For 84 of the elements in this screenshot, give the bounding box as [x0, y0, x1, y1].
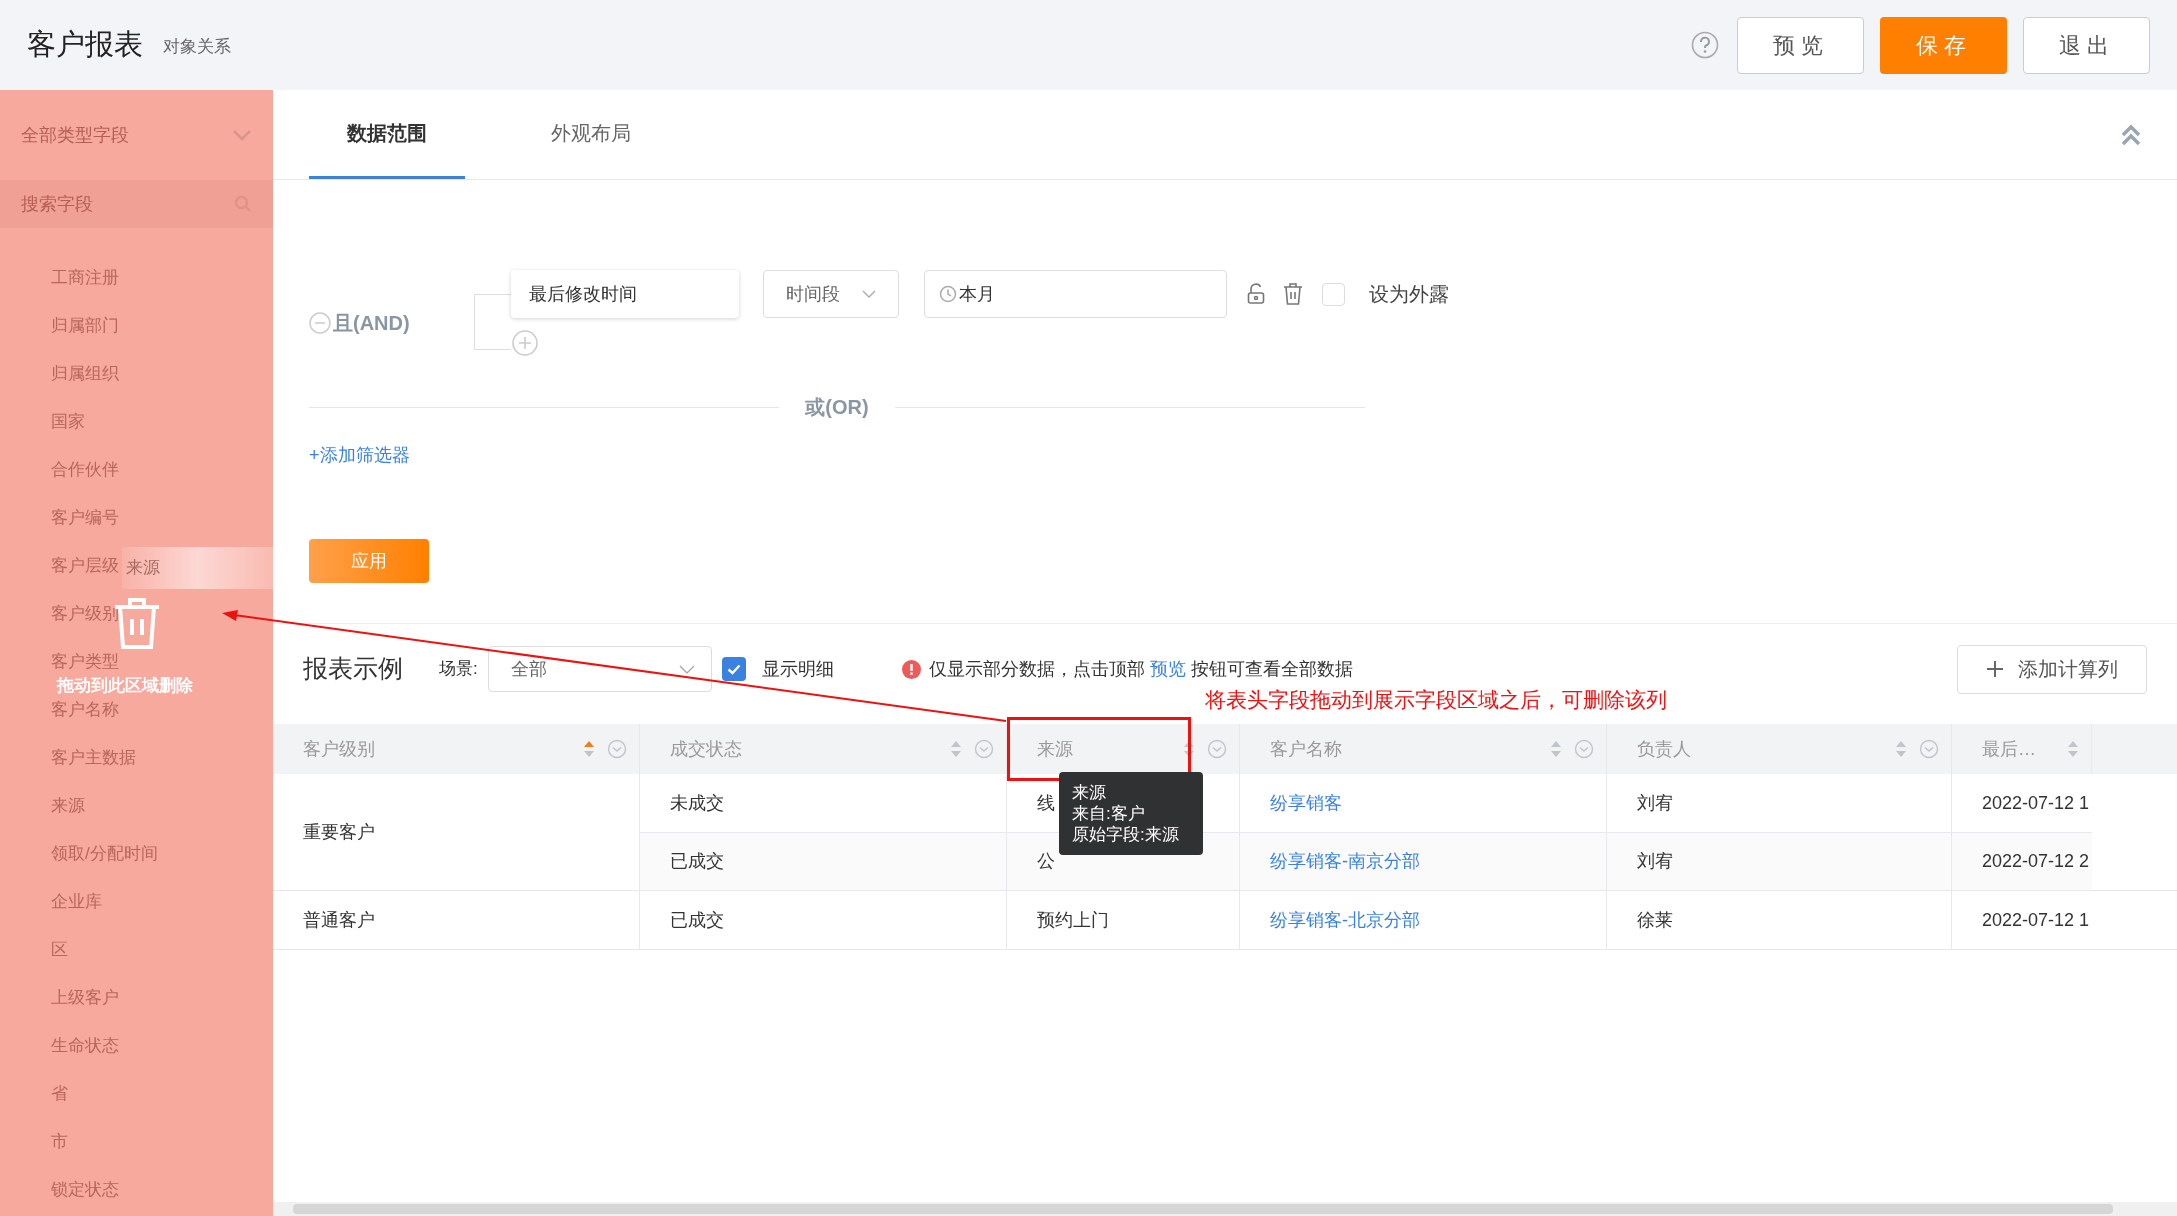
- chevron-down-icon: [232, 129, 252, 141]
- connector-line: [474, 294, 511, 350]
- field-item[interactable]: 国家: [51, 411, 85, 433]
- dropdown-icon[interactable]: [1919, 739, 1939, 759]
- checkbox[interactable]: [721, 657, 746, 681]
- sort-icon[interactable]: [1183, 740, 1195, 758]
- and-label: 且(AND): [333, 311, 410, 336]
- field-item[interactable]: 客户级别: [51, 603, 119, 625]
- header-button[interactable]: 预览: [1737, 16, 1864, 74]
- field-item[interactable]: 市: [51, 1131, 68, 1153]
- drag-ghost: 来源: [122, 547, 273, 589]
- field-type-select[interactable]: 全部类型字段: [0, 90, 273, 180]
- table-cell: 预约上门: [1007, 891, 1240, 949]
- table-cell-text: 2022-07-12 1: [1981, 791, 2091, 815]
- customer-link[interactable]: 纷享销客-南京分部: [1240, 833, 1607, 890]
- preview-link[interactable]: 预览: [1149, 658, 1186, 679]
- field-item[interactable]: 省: [51, 1083, 68, 1105]
- table-cell: 已成交: [640, 891, 1007, 949]
- field-item[interactable]: 客户类型: [51, 651, 119, 673]
- checkbox[interactable]: [1322, 282, 1345, 306]
- tab[interactable]: 数据范围: [309, 89, 465, 179]
- dropdown-icon[interactable]: [1574, 739, 1594, 759]
- customer-link[interactable]: 纷享销客-北京分部: [1240, 891, 1607, 949]
- tooltip-line: 来源: [1072, 782, 1107, 803]
- chevron-down-icon: [862, 290, 876, 298]
- checkbox-label: 设为外露: [1369, 282, 1449, 307]
- value-field[interactable]: 本月: [924, 270, 1227, 318]
- field-item[interactable]: 合作伙伴: [51, 459, 119, 481]
- plus-icon: [1986, 660, 2004, 678]
- operator-select[interactable]: 时间段: [763, 270, 899, 318]
- check-icon: [726, 663, 741, 675]
- save-button[interactable]: 保存: [1880, 16, 2007, 74]
- field-item[interactable]: 客户层级: [51, 555, 119, 577]
- field-item[interactable]: 客户编号: [51, 507, 119, 529]
- scene-select[interactable]: 全部: [487, 646, 712, 692]
- report-title: 报表示例: [303, 653, 403, 685]
- field-item[interactable]: 客户名称: [51, 699, 119, 721]
- annotation-text: 将表头字段拖动到展示字段区域之后，可删除该列: [1205, 687, 1667, 713]
- header-button[interactable]: 退出: [2023, 16, 2150, 74]
- dropdown-icon[interactable]: [974, 739, 994, 759]
- field-item[interactable]: 企业库: [51, 891, 102, 913]
- field-item[interactable]: 来源: [51, 795, 85, 817]
- page-subtitle: 对象关系: [163, 36, 231, 59]
- table-cell: 刘宥: [1607, 833, 1952, 890]
- scene-label: 场景:: [439, 658, 478, 681]
- plus-circle-icon[interactable]: [512, 330, 538, 356]
- add-column-button[interactable]: 添加计算列: [1957, 644, 2147, 694]
- field-item[interactable]: 区: [51, 939, 68, 961]
- notice-text: 仅显示部分数据，点击顶部 预览 按钮可查看全部数据: [928, 657, 1353, 681]
- table-cell: 徐莱: [1607, 891, 1952, 949]
- dropdown-icon[interactable]: [1207, 739, 1227, 759]
- drop-hint: 拖动到此区域删除: [57, 676, 193, 696]
- field-item[interactable]: 归属部门: [51, 315, 119, 337]
- column-header[interactable]: 客户级别: [273, 724, 640, 774]
- field-item[interactable]: 领取/分配时间: [51, 843, 158, 865]
- table-cell-text: 2022-07-12 1: [1981, 908, 2091, 932]
- page-title: 客户报表: [27, 27, 143, 63]
- field-search[interactable]: 搜索字段: [0, 180, 273, 228]
- or-label: 或(OR): [804, 395, 870, 420]
- unlock-icon[interactable]: [1247, 283, 1265, 305]
- dropdown-icon[interactable]: [607, 739, 627, 759]
- trash-icon[interactable]: [1283, 283, 1303, 305]
- field-item[interactable]: 锁定状态: [51, 1179, 119, 1201]
- help-icon[interactable]: [1691, 31, 1719, 59]
- field-select[interactable]: 最后修改时间: [511, 270, 739, 318]
- clock-icon: [939, 285, 957, 303]
- chevron-down-icon: [678, 664, 695, 674]
- field-item[interactable]: 客户主数据: [51, 747, 136, 769]
- field-item[interactable]: 上级客户: [51, 987, 119, 1009]
- table-cell-text: 2022-07-12 2: [1981, 850, 2091, 873]
- sort-icon[interactable]: [583, 740, 595, 758]
- table-cell: 已成交: [640, 833, 1007, 890]
- horizontal-scrollbar[interactable]: [273, 1202, 2177, 1216]
- checkbox-label: 显示明细: [761, 657, 834, 681]
- add-filter-link[interactable]: +添加筛选器: [309, 442, 410, 469]
- minus-circle-icon[interactable]: [309, 312, 331, 334]
- collapse-icon[interactable]: [2120, 123, 2142, 147]
- warning-icon: [901, 659, 921, 679]
- tooltip-line: 来自:客户: [1072, 803, 1146, 824]
- field-item[interactable]: 生命状态: [51, 1035, 119, 1057]
- tab[interactable]: 外观布局: [513, 89, 669, 179]
- field-item[interactable]: 工商注册: [51, 267, 119, 289]
- apply-button[interactable]: 应用: [309, 539, 429, 583]
- field-item[interactable]: 归属组织: [51, 363, 119, 385]
